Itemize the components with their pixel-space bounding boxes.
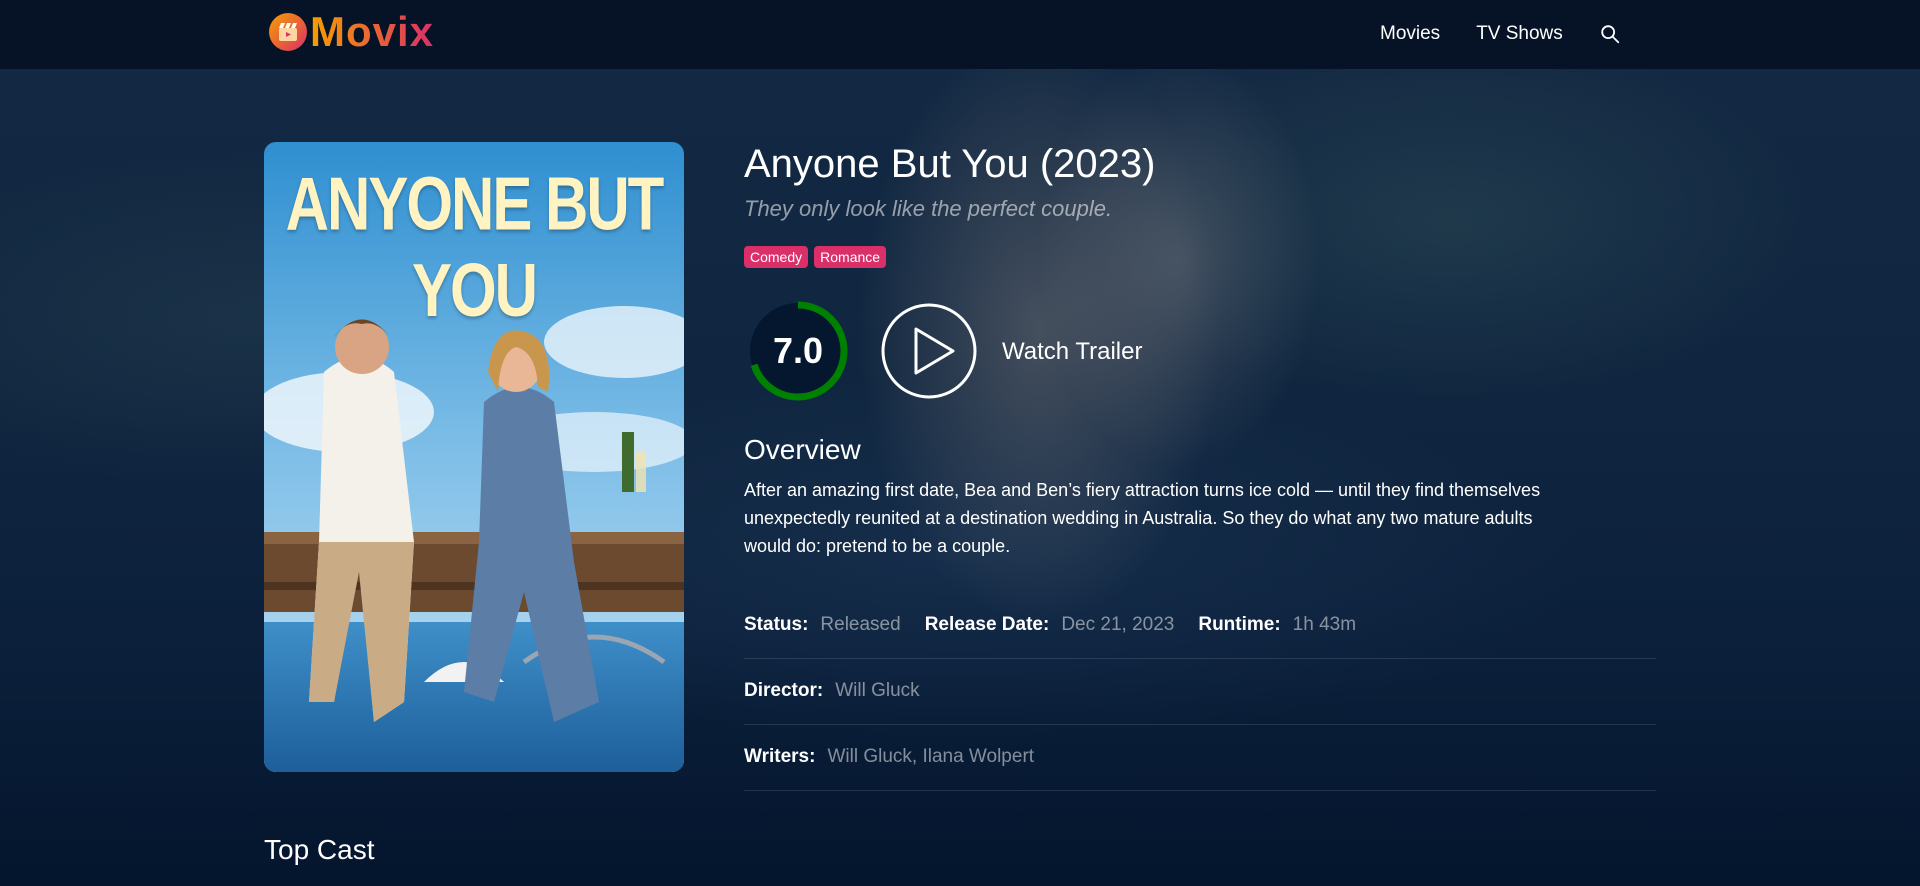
poster-title-text: ANYONE BUT YOU (285, 162, 665, 332)
play-trailer-button[interactable] (880, 302, 978, 400)
rating-value: 7.0 (772, 330, 824, 371)
writers-label: Writers: (744, 746, 816, 767)
overview-text: After an amazing first date, Bea and Ben… (744, 480, 1541, 556)
writers-value: Will Gluck, Ilana Wolpert (827, 746, 1035, 767)
movie-poster: ANYONE BUT YOU (264, 142, 684, 772)
release-date-value: Dec 21, 2023 (1061, 614, 1175, 635)
search-icon[interactable] (1599, 23, 1621, 45)
director-value: Will Gluck (835, 680, 920, 701)
logo[interactable]: Movix (269, 11, 434, 53)
main-nav: Movies TV Shows (1380, 0, 1621, 67)
release-date-label: Release Date: (924, 614, 1050, 635)
logo-badge-icon (269, 13, 307, 51)
genre-badge-comedy: Comedy (744, 246, 809, 268)
watch-trailer-link[interactable]: Watch Trailer (1002, 338, 1142, 366)
runtime-value: 1h 43m (1292, 614, 1357, 635)
nav-item-movies[interactable]: Movies (1380, 23, 1440, 45)
rating-circle: 7.0 (744, 297, 852, 405)
info-row-director: Director: Will Gluck (744, 658, 1656, 725)
status-value: Released (820, 614, 901, 635)
movie-tagline: They only look like the perfect couple. (744, 196, 1113, 221)
info-row-status: Status: Released Release Date: Dec 21, 2… (744, 592, 1656, 659)
site-header: Movix Movies TV Shows (0, 0, 1920, 69)
movie-title: Anyone But You (2023) (744, 142, 1156, 186)
nav-item-tv-shows[interactable]: TV Shows (1476, 23, 1563, 45)
overview-heading: Overview (744, 434, 861, 465)
director-label: Director: (744, 680, 824, 701)
genre-list: Comedy Romance (744, 246, 892, 268)
genre-badge-romance: Romance (814, 246, 887, 268)
info-row-writers: Writers: Will Gluck, Ilana Wolpert (744, 724, 1656, 791)
runtime-label: Runtime: (1198, 614, 1281, 635)
status-label: Status: (744, 614, 809, 635)
top-cast-heading: Top Cast (264, 834, 375, 865)
logo-text: Movix (310, 8, 435, 55)
